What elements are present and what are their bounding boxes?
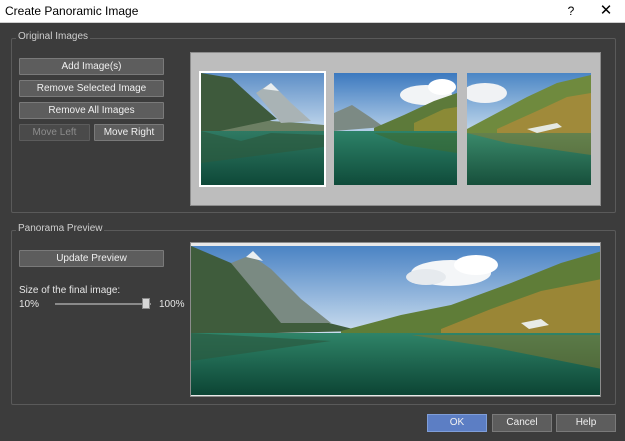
lake-mountain-image-2 [334,73,457,185]
move-right-button[interactable]: Move Right [94,124,164,141]
close-icon[interactable]: ✕ [594,1,618,21]
title-bar: Create Panoramic Image ? ✕ [0,0,625,23]
size-slider-thumb[interactable] [142,298,151,309]
final-size-label: Size of the final image: [19,285,121,296]
cancel-button[interactable]: Cancel [492,414,552,432]
help-icon[interactable]: ? [560,1,582,21]
thumbnail-1[interactable] [199,71,326,187]
remove-selected-image-button[interactable]: Remove Selected Image [19,80,164,97]
size-min-label: 10% [19,299,40,310]
ok-button[interactable]: OK [427,414,487,432]
panorama-preview-image [190,242,601,397]
panorama-image [191,243,600,396]
lake-mountain-image-1 [201,73,324,185]
help-button[interactable]: Help [556,414,616,432]
panorama-preview-label: Panorama Preview [16,223,105,234]
size-max-label: 100% [159,299,185,310]
original-images-strip [190,52,601,206]
size-slider-track[interactable] [55,303,151,305]
window-title: Create Panoramic Image [5,4,139,18]
update-preview-button[interactable]: Update Preview [19,250,164,267]
thumbnail-2[interactable] [334,73,457,185]
lake-mountain-image-3 [467,73,591,185]
add-images-button[interactable]: Add Image(s) [19,58,164,75]
original-images-label: Original Images [16,31,91,42]
remove-all-images-button[interactable]: Remove All Images [19,102,164,119]
move-left-button[interactable]: Move Left [19,124,90,141]
thumbnail-3[interactable] [467,73,591,185]
